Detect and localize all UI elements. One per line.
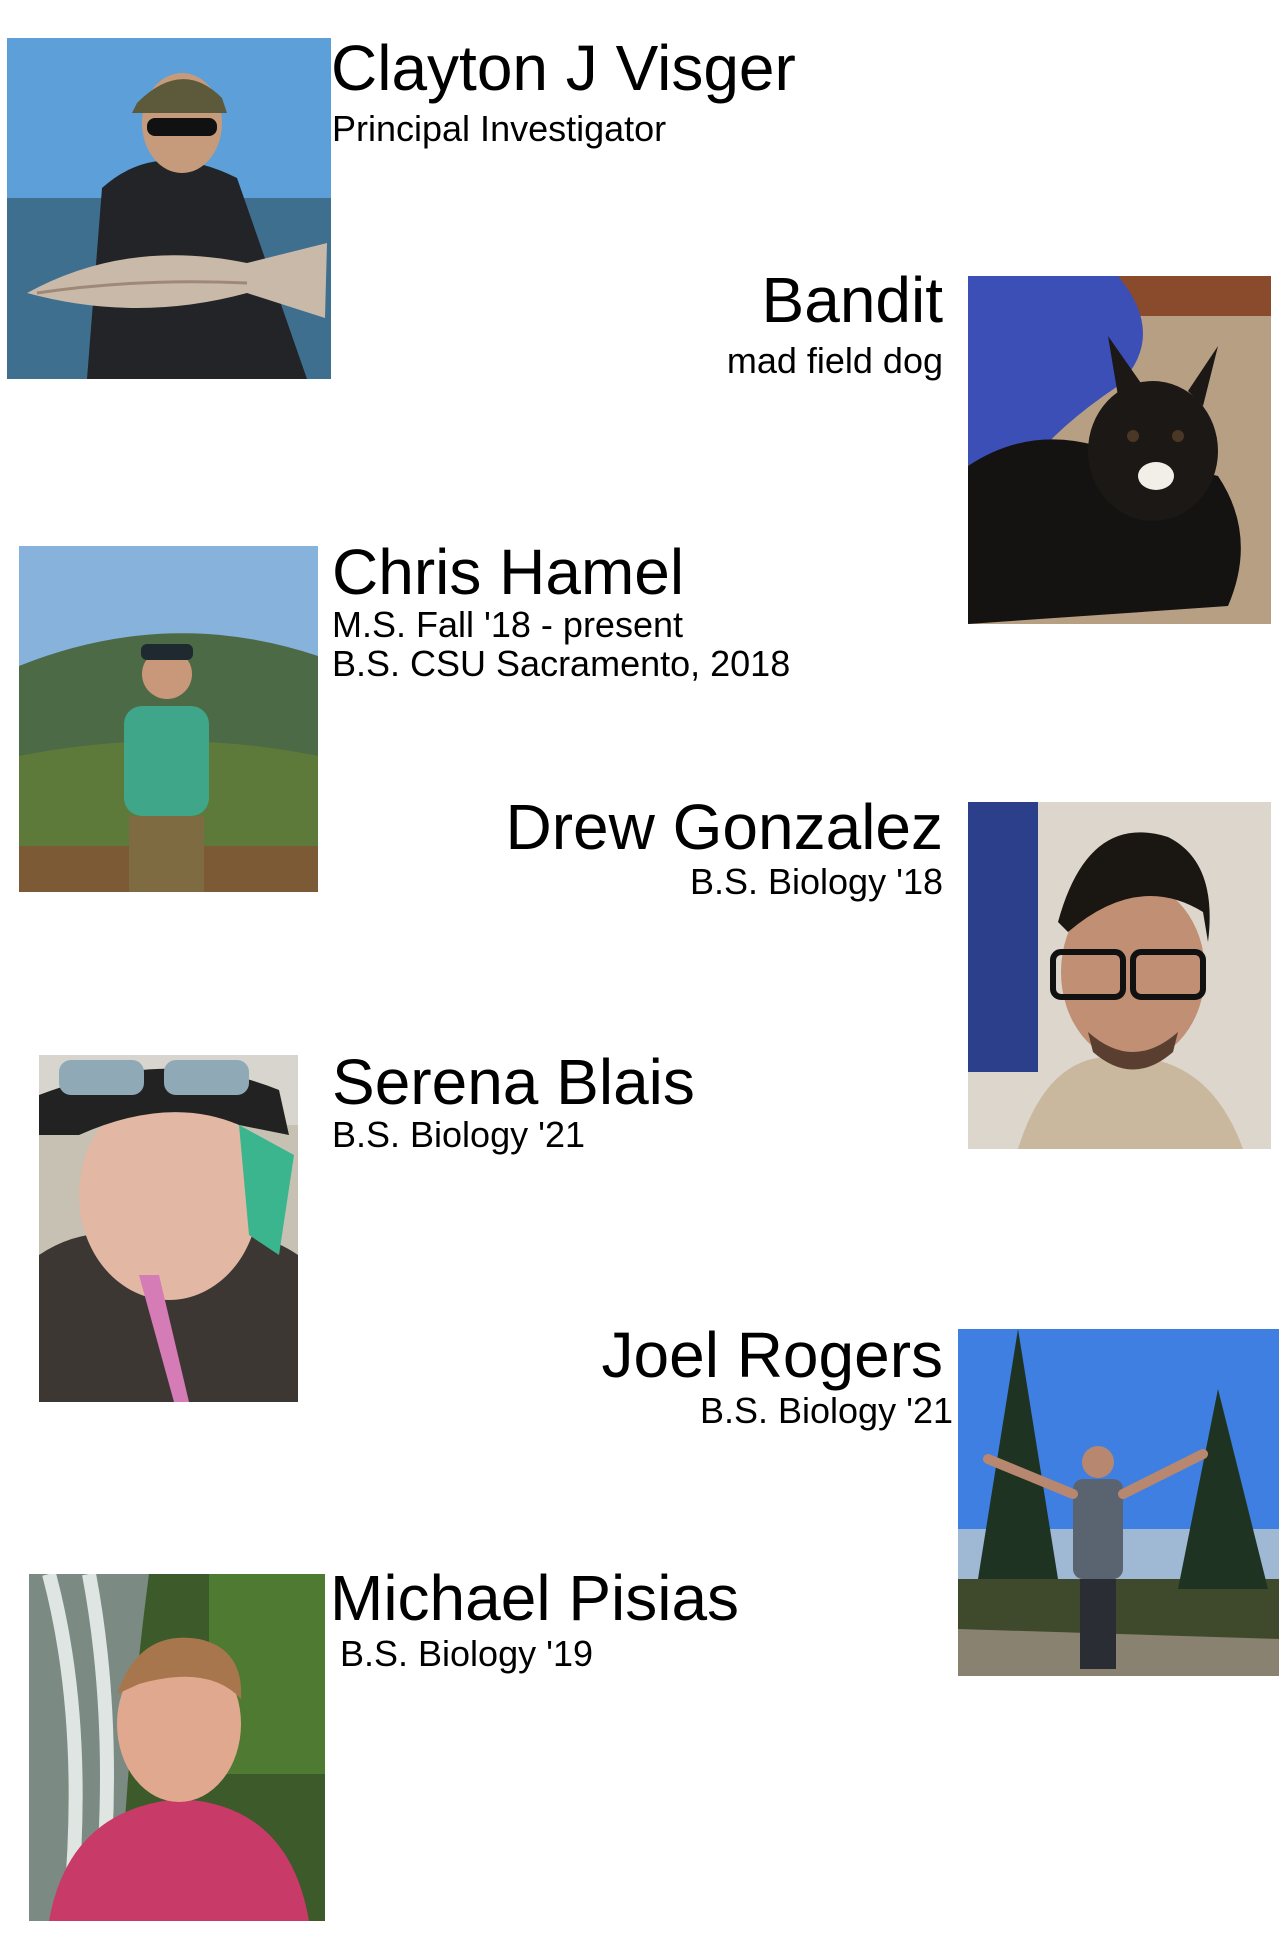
person-hiking-photo	[19, 546, 318, 892]
member-name: Drew Gonzalez	[505, 791, 944, 863]
member-name: Serena Blais	[332, 1046, 695, 1118]
person-selfie-photo	[39, 1055, 298, 1402]
person-mountain-photo	[958, 1329, 1279, 1676]
member-role: M.S. Fall '18 - present	[332, 604, 683, 645]
member-role: B.S. Biology '19	[340, 1633, 594, 1674]
member-name: Chris Hamel	[332, 536, 685, 608]
person-waterfall-photo	[29, 1574, 325, 1921]
member-role: B.S. Biology '18	[689, 861, 943, 902]
person-portrait-photo	[968, 802, 1271, 1149]
member-role: Principal Investigator	[332, 108, 667, 149]
member-role: B.S. Biology '21	[332, 1114, 586, 1155]
member-name: Clayton J Visger	[331, 32, 796, 104]
member-name: Bandit	[761, 264, 943, 336]
person-with-fish-photo	[7, 38, 331, 379]
dog-photo	[968, 276, 1271, 624]
member-name: Joel Rogers	[601, 1319, 944, 1391]
member-role: mad field dog	[726, 340, 943, 381]
member-name: Michael Pisias	[330, 1562, 740, 1634]
member-role: B.S. CSU Sacramento, 2018	[332, 643, 791, 684]
member-role: B.S. Biology '21	[699, 1390, 953, 1431]
